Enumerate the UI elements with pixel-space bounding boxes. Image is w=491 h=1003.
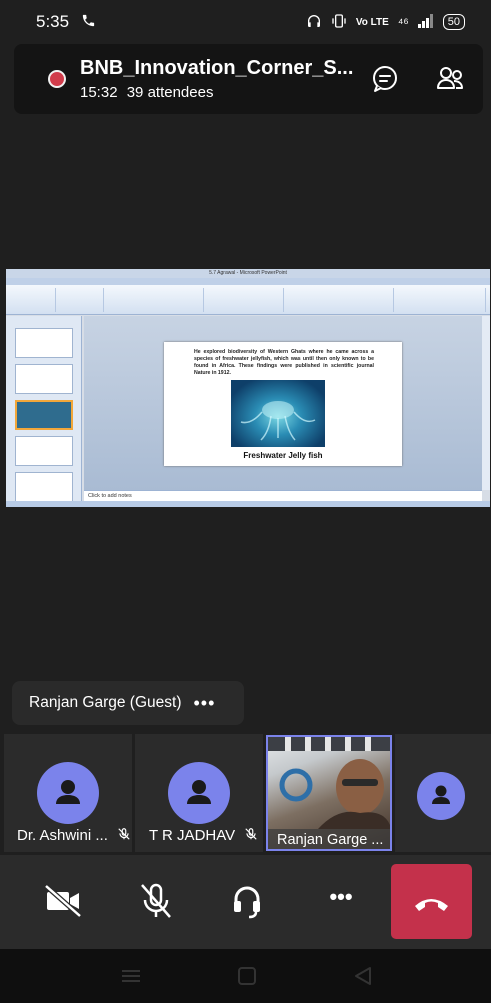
meeting-subtitle: 15:32 39 attendees	[80, 84, 213, 101]
system-nav-bar	[0, 949, 491, 1003]
audio-device-icon[interactable]	[222, 876, 272, 926]
battery-level: 50	[442, 14, 465, 30]
slide-thumbnail	[15, 364, 73, 394]
status-bar: 5:35 Vo LTE ⁴⁶ 50	[0, 0, 491, 44]
mic-muted-icon[interactable]	[131, 876, 181, 926]
back-icon[interactable]	[355, 967, 371, 985]
signal-icon	[417, 13, 434, 31]
slide-body-text: He explored biodiversity of Western Ghat…	[194, 349, 374, 376]
ppt-status-bar	[6, 501, 490, 507]
slide-thumbnail	[15, 436, 73, 466]
call-icon	[81, 13, 96, 32]
avatar	[168, 762, 230, 824]
more-options-icon[interactable]: •••	[316, 885, 366, 935]
participant-label: Dr. Ashwini ...	[17, 827, 131, 845]
jellyfish-image	[231, 380, 325, 447]
recording-indicator-icon	[48, 70, 66, 88]
ppt-window-title: 5.7 Agrawal - Microsoft PowerPoint	[6, 269, 490, 278]
slide-thumbnail	[15, 472, 73, 502]
ppt-slide-canvas: He explored biodiversity of Western Ghat…	[84, 316, 482, 490]
camera-off-icon[interactable]	[38, 876, 88, 926]
shared-screen[interactable]: 5.7 Agrawal - Microsoft PowerPoint He ex…	[6, 269, 490, 507]
ppt-slides-panel	[6, 316, 82, 502]
slide-caption: Freshwater Jelly fish	[243, 451, 323, 460]
hang-up-icon	[415, 899, 448, 911]
ppt-scrollbar	[482, 316, 490, 490]
muted-mic-icon	[117, 827, 131, 845]
slide-thumbnail	[15, 328, 73, 358]
ppt-notes: Click to add notes	[84, 490, 482, 501]
participant-name: Dr. Ashwini ...	[17, 827, 108, 844]
participant-name: Ranjan Garge ...	[268, 829, 390, 849]
participant-video	[268, 737, 390, 829]
home-icon[interactable]	[238, 967, 256, 985]
avatar	[37, 762, 99, 824]
recents-icon[interactable]	[122, 970, 140, 982]
meeting-duration: 15:32	[80, 84, 118, 101]
active-speaker-name: Ranjan Garge (Guest)	[29, 694, 182, 711]
meeting-header: BNB_Innovation_Corner_S... 15:32 39 atte…	[14, 44, 483, 114]
chat-icon[interactable]	[370, 64, 400, 94]
call-controls: •••	[0, 855, 491, 949]
active-speaker-label[interactable]: Ranjan Garge (Guest) •••	[12, 681, 244, 725]
participant-label: T R JADHAV	[149, 827, 258, 845]
avatar	[417, 772, 465, 820]
participant-video-tile[interactable]: Ranjan Garge ...	[266, 735, 392, 851]
participant-name: T R JADHAV	[149, 827, 236, 844]
status-time: 5:35	[36, 12, 70, 31]
network-label: ⁴⁶	[397, 14, 409, 30]
volte-icon: Vo LTE	[355, 16, 389, 28]
ppt-ribbon-tabs	[6, 278, 490, 285]
speaker-more-options-icon[interactable]: •••	[194, 693, 216, 714]
hang-up-button[interactable]	[391, 864, 472, 939]
headset-status-icon	[306, 13, 322, 32]
ppt-slide: He explored biodiversity of Western Ghat…	[164, 342, 402, 466]
muted-mic-icon	[244, 827, 258, 845]
participant-tile[interactable]	[395, 734, 491, 852]
ppt-ribbon	[6, 285, 490, 315]
slide-thumbnail-selected	[15, 400, 73, 430]
meeting-title[interactable]: BNB_Innovation_Corner_S...	[80, 57, 353, 80]
participants-icon[interactable]	[435, 64, 465, 94]
attendee-count: 39 attendees	[126, 84, 214, 101]
vibrate-icon	[331, 13, 347, 32]
